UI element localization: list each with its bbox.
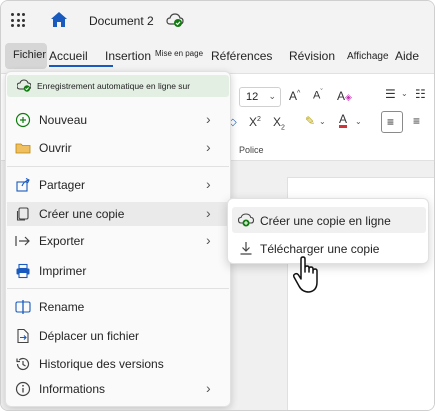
font-size-dropdown[interactable]: 12 ⌄ xyxy=(239,87,281,107)
numbering-icon[interactable]: ☷ xyxy=(415,87,426,101)
menu-item-label: Déplacer un fichier xyxy=(39,329,140,343)
copy-icon xyxy=(16,207,29,221)
tab-mise-en-page[interactable]: Mise en page xyxy=(155,49,203,58)
menu-item-deplacer-un-fichier[interactable]: Déplacer un fichier xyxy=(7,324,229,348)
menu-item-label: Historique des versions xyxy=(39,357,164,371)
chevron-right-icon: › xyxy=(206,380,211,396)
menu-divider xyxy=(7,166,229,167)
align-center-icon[interactable]: ≡ xyxy=(413,114,420,128)
menu-item-informations[interactable]: Informations › xyxy=(7,377,229,401)
hand-cursor-icon xyxy=(292,256,318,293)
app-launcher-icon[interactable] xyxy=(11,13,25,27)
highlight-icon[interactable]: ✎ xyxy=(305,114,315,128)
font-color-icon[interactable]: A xyxy=(339,113,348,128)
menu-item-label: Informations xyxy=(39,382,106,396)
font-group-label: Police xyxy=(239,145,264,155)
submenu-item-label: Télécharger une copie xyxy=(260,242,380,256)
tab-references[interactable]: Références xyxy=(211,49,272,63)
menu-item-exporter[interactable]: Exporter › xyxy=(7,229,229,253)
chevron-right-icon: › xyxy=(206,111,211,127)
submenu-item-creer-copie-en-ligne[interactable]: Créer une copie en ligne xyxy=(232,207,426,233)
font-size-value: 12 xyxy=(246,91,259,103)
document-title[interactable]: Document 2 xyxy=(89,14,154,28)
chevron-down-icon: ⌄ xyxy=(268,91,276,101)
export-icon xyxy=(15,236,30,246)
chevron-down-icon[interactable]: ⌄ xyxy=(355,117,362,126)
cloud-check-icon xyxy=(17,79,31,92)
chevron-right-icon: › xyxy=(206,232,211,248)
menu-item-label: Ouvrir xyxy=(39,141,72,155)
download-icon xyxy=(240,242,252,255)
bullets-icon[interactable]: ☰ xyxy=(385,87,396,101)
menu-item-label: Imprimer xyxy=(39,264,87,278)
folder-icon xyxy=(15,143,31,154)
autosave-banner: Enregistrement automatique en ligne sur xyxy=(7,75,229,97)
info-icon xyxy=(15,381,31,397)
tab-fichier-label: Fichier xyxy=(13,49,47,61)
autosave-text: Enregistrement automatique en ligne sur xyxy=(37,81,191,91)
menu-item-label: Nouveau xyxy=(39,113,88,127)
menu-item-creer-une-copie[interactable]: Créer une copie › xyxy=(7,202,229,226)
menu-item-label: Exporter xyxy=(39,234,85,248)
menu-item-rename[interactable]: Rename xyxy=(7,295,229,319)
submenu-item-telecharger-une-copie[interactable]: Télécharger une copie xyxy=(232,235,426,261)
menu-item-nouveau[interactable]: Nouveau › xyxy=(7,108,229,132)
rename-icon xyxy=(15,300,31,314)
align-left-button[interactable]: ≡ xyxy=(381,111,403,133)
menu-item-historique-des-versions[interactable]: Historique des versions xyxy=(7,352,229,376)
title-bar: Document 2 xyxy=(1,1,434,41)
tab-accueil[interactable]: Accueil xyxy=(49,49,88,63)
clear-format-icon[interactable]: A◈ xyxy=(337,89,352,103)
create-copy-submenu: Créer une copie en ligne Télécharger une… xyxy=(227,198,429,264)
menu-item-imprimer[interactable]: Imprimer xyxy=(7,259,229,283)
chevron-right-icon: › xyxy=(206,139,211,155)
tab-insertion[interactable]: Insertion xyxy=(105,49,151,63)
cloud-copy-icon xyxy=(238,213,254,227)
chevron-down-icon[interactable]: ⌄ xyxy=(401,89,408,98)
shrink-font-icon[interactable]: Aˇ xyxy=(313,89,323,102)
printer-icon xyxy=(16,263,30,279)
menu-item-ouvrir[interactable]: Ouvrir › xyxy=(7,136,229,160)
history-icon xyxy=(16,357,30,371)
menu-item-label: Créer une copie xyxy=(39,207,125,221)
superscript-icon[interactable]: X2 xyxy=(249,115,261,129)
cloud-saved-icon[interactable] xyxy=(166,12,184,28)
share-icon xyxy=(16,178,30,192)
tab-fichier[interactable]: Fichier xyxy=(5,43,47,69)
grow-font-icon[interactable]: A^ xyxy=(289,89,300,103)
word-window: Document 2 Fichier Accueil Insertion Mis… xyxy=(0,0,435,411)
active-tab-indicator xyxy=(49,65,113,67)
submenu-item-label: Créer une copie en ligne xyxy=(260,214,391,228)
chevron-down-icon[interactable]: ⌄ xyxy=(319,117,326,126)
menu-item-label: Rename xyxy=(39,300,85,314)
menu-item-partager[interactable]: Partager › xyxy=(7,173,229,197)
chevron-right-icon: › xyxy=(206,176,211,192)
tab-aide[interactable]: Aide xyxy=(395,49,419,63)
home-icon[interactable] xyxy=(49,10,69,30)
align-left-icon: ≡ xyxy=(387,115,395,129)
chevron-right-icon: › xyxy=(206,205,211,221)
subscript-icon[interactable]: X2 xyxy=(273,115,285,131)
tab-affichage[interactable]: Affichage xyxy=(347,51,389,62)
plus-circle-icon xyxy=(15,112,31,128)
tab-revision[interactable]: Révision xyxy=(289,49,335,63)
menu-item-label: Partager xyxy=(39,178,86,192)
menu-divider xyxy=(7,288,229,289)
move-file-icon xyxy=(17,328,29,344)
